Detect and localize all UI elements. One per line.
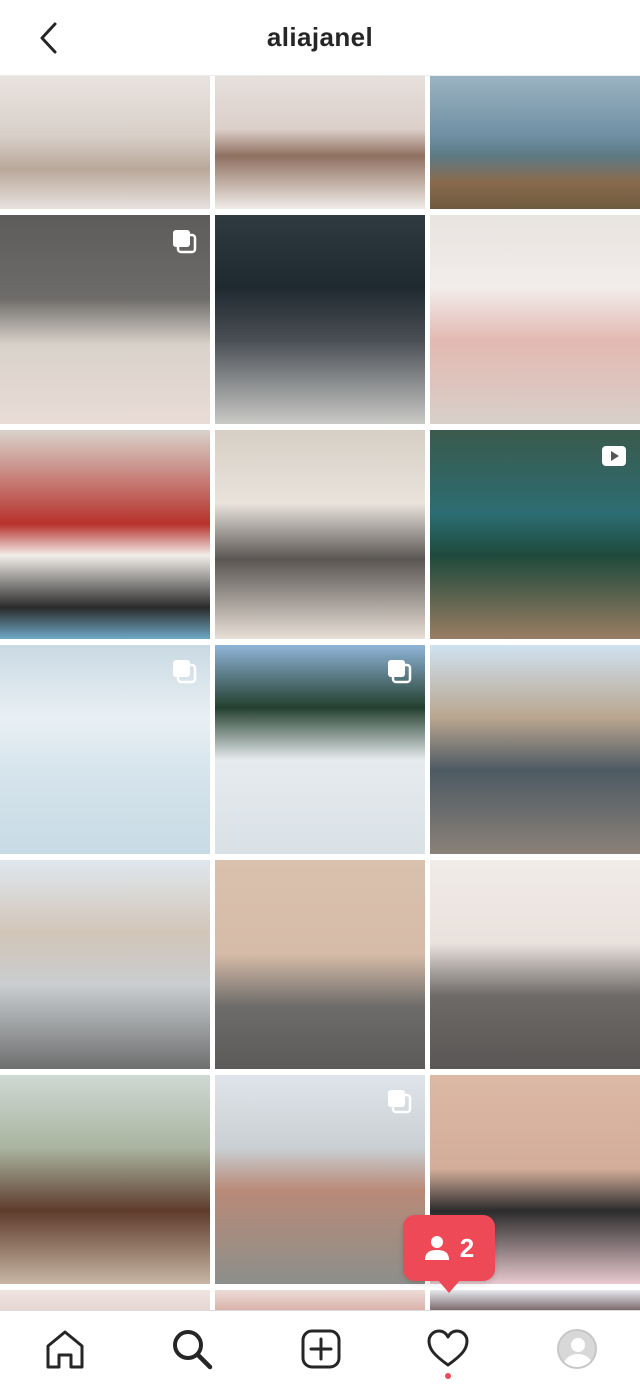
video-icon: [602, 446, 626, 466]
post-thumbnail[interactable]: [430, 215, 640, 424]
notification-bubble-tail: [437, 1279, 461, 1293]
profile-username-title: aliajanel: [266, 22, 374, 52]
photo-grid: [0, 76, 640, 1310]
post-thumbnail[interactable]: [430, 76, 640, 209]
carousel-icon: [173, 230, 197, 254]
nav-add-post-button[interactable]: [297, 1325, 345, 1373]
heart-icon: [427, 1329, 469, 1367]
post-thumbnail[interactable]: [0, 1290, 210, 1310]
chevron-left-icon: [40, 22, 57, 54]
post-thumbnail[interactable]: [430, 860, 640, 1069]
carousel-icon: [388, 660, 412, 684]
carousel-icon: [388, 1090, 412, 1114]
activity-unread-dot: [445, 1373, 451, 1379]
post-thumbnail[interactable]: [0, 430, 210, 639]
post-thumbnail[interactable]: [215, 1075, 425, 1284]
post-thumbnail[interactable]: [0, 215, 210, 424]
post-thumbnail[interactable]: [215, 860, 425, 1069]
add-post-icon: [301, 1329, 341, 1369]
back-button[interactable]: [30, 19, 66, 57]
carousel-icon: [173, 660, 197, 684]
notification-count: 2: [459, 1232, 475, 1263]
post-thumbnail[interactable]: [215, 76, 425, 209]
activity-notification-bubble[interactable]: 2: [403, 1215, 495, 1281]
post-thumbnail[interactable]: [430, 430, 640, 639]
nav-home-button[interactable]: [41, 1325, 89, 1373]
nav-profile-button[interactable]: [553, 1325, 601, 1373]
post-thumbnail[interactable]: [215, 430, 425, 639]
person-icon: [424, 1236, 449, 1260]
post-thumbnail[interactable]: [0, 1075, 210, 1284]
post-thumbnail[interactable]: [215, 215, 425, 424]
nav-search-button[interactable]: [168, 1325, 216, 1373]
post-thumbnail[interactable]: [430, 1290, 640, 1310]
nav-activity-button[interactable]: [424, 1325, 472, 1373]
post-thumbnail[interactable]: [0, 860, 210, 1069]
post-thumbnail[interactable]: [0, 76, 210, 209]
top-bar: aliajanel: [0, 0, 640, 76]
post-thumbnail[interactable]: [430, 645, 640, 854]
search-icon: [173, 1330, 213, 1370]
post-thumbnail[interactable]: [215, 645, 425, 854]
post-thumbnail[interactable]: [215, 1290, 425, 1310]
profile-avatar-icon: [557, 1329, 597, 1369]
home-icon: [46, 1330, 84, 1369]
post-thumbnail[interactable]: [0, 645, 210, 854]
bottom-navigation: [0, 1310, 640, 1386]
